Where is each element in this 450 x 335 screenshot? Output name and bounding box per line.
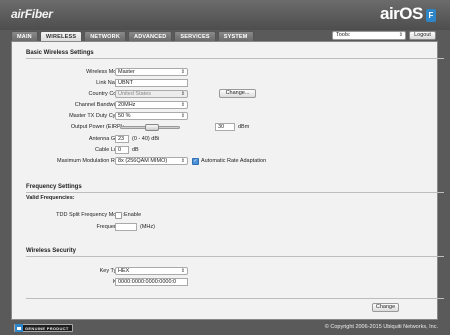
section-divider <box>26 256 444 257</box>
change-button[interactable]: Change <box>372 303 399 312</box>
wireless-mode-value: Master <box>118 69 135 75</box>
auto-rate-checkbox[interactable]: ✓ <box>192 158 199 165</box>
key-type-value: HEX <box>118 268 130 274</box>
output-power-slider-thumb[interactable] <box>145 124 159 131</box>
tools-dropdown[interactable]: Tools: ⇕ <box>332 31 406 40</box>
tdd-enable-checkbox[interactable] <box>115 212 122 219</box>
link-name-label: Link Name: <box>96 80 124 86</box>
wireless-security-title: Wireless Security <box>26 248 76 254</box>
tab-bar: MAIN WIRELESS NETWORK ADVANCED SERVICES … <box>11 31 254 41</box>
max-modulation-label: Maximum Modulation Rate: <box>57 158 124 164</box>
updown-arrows-icon: ⇕ <box>180 158 185 164</box>
tdd-enable-label: Enable <box>124 212 142 218</box>
channel-bandwidth-select[interactable]: 20MHz ⇕ <box>115 101 188 109</box>
frequency-unit: (MHz) <box>140 224 155 230</box>
updown-arrows-icon: ⇕ <box>398 32 403 38</box>
tab-system[interactable]: SYSTEM <box>217 31 254 41</box>
logout-button[interactable]: Logout <box>409 31 436 40</box>
tools-dropdown-value: Tools: <box>336 32 351 38</box>
airfiber-logo: airFiber <box>11 7 53 21</box>
country-code-value: United States <box>118 91 152 97</box>
tab-advanced[interactable]: ADVANCED <box>128 31 173 41</box>
airos-logo: airOS <box>380 4 423 23</box>
settings-panel: Basic Wireless Settings Wireless Mode: M… <box>11 41 444 320</box>
max-modulation-select[interactable]: 8x (256QAM MIMO) ⇕ <box>115 157 188 165</box>
antenna-gain-range: (0 - 40) dBi <box>132 136 160 142</box>
section-divider <box>26 58 444 59</box>
output-power-label: Output Power (EIRP): <box>70 124 124 130</box>
wireless-mode-label: Wireless Mode: <box>86 69 124 75</box>
output-power-slider[interactable] <box>120 124 180 131</box>
genuine-product-text: GENUINE PRODUCT <box>25 325 69 331</box>
airos-f-badge: F <box>426 9 436 22</box>
frequency-settings-title: Frequency Settings <box>26 184 82 190</box>
updown-arrows-icon: ⇕ <box>180 113 185 119</box>
link-name-input[interactable]: UBNT <box>115 79 188 87</box>
master-tx-select[interactable]: 50 % ⇕ <box>115 112 188 120</box>
cable-loss-input[interactable]: 0 <box>115 146 129 154</box>
channel-bandwidth-label: Channel Bandwidth: <box>74 102 124 108</box>
change-country-button[interactable]: Change... <box>219 89 256 98</box>
section-divider <box>26 298 444 299</box>
genuine-product-badge: GENUINE PRODUCT <box>14 324 73 332</box>
tab-network[interactable]: NETWORK <box>84 31 127 41</box>
tdd-split-label: TDD Split Frequency Mode: <box>56 212 124 218</box>
auto-rate-label: Automatic Rate Adaptation <box>201 158 267 164</box>
valid-frequencies-label: Valid Frequencies: <box>26 195 75 201</box>
updown-arrows-icon: ⇕ <box>180 91 185 97</box>
frequency-label: Frequency: <box>96 224 124 230</box>
lock-icon <box>15 324 23 332</box>
cable-loss-label: Cable Loss: <box>94 147 124 153</box>
updown-arrows-icon: ⇕ <box>180 69 185 75</box>
master-tx-value: 50 % <box>118 113 131 119</box>
master-tx-label: Master TX Duty Cycle: <box>69 113 124 119</box>
basic-wireless-settings-title: Basic Wireless Settings <box>26 50 94 56</box>
country-code-label: Country Code: <box>88 91 124 97</box>
channel-bandwidth-value: 20MHz <box>118 102 136 108</box>
antenna-gain-label: Antenna Gain: <box>88 136 124 142</box>
frequency-input[interactable] <box>115 223 137 231</box>
max-modulation-value: 8x (256QAM MIMO) <box>118 158 168 164</box>
output-power-input[interactable]: 30 <box>215 123 235 131</box>
copyright-text: © Copyright 2006-2015 Ubiquiti Networks,… <box>324 324 438 330</box>
key-input[interactable]: 0000:0000:0000:0000:0 <box>115 278 188 286</box>
output-power-unit: dBm <box>238 124 250 130</box>
tab-wireless[interactable]: WIRELESS <box>39 31 83 41</box>
cable-loss-unit: dB <box>132 147 139 153</box>
wireless-mode-select[interactable]: Master ⇕ <box>115 68 188 76</box>
key-label: Key: <box>12 278 124 286</box>
header-bar: airFiber airOS F <box>0 0 450 30</box>
antenna-gain-input[interactable]: 23 <box>115 135 129 143</box>
updown-arrows-icon: ⇕ <box>180 102 185 108</box>
section-divider <box>26 192 444 193</box>
tab-main[interactable]: MAIN <box>11 31 38 41</box>
country-code-select: United States ⇕ <box>115 90 188 98</box>
footer: GENUINE PRODUCT © Copyright 2006-2015 Ub… <box>0 320 450 335</box>
key-type-select[interactable]: HEX ⇕ <box>115 267 188 275</box>
key-type-label: Key Type: <box>99 268 124 274</box>
tab-services[interactable]: SERVICES <box>174 31 216 41</box>
updown-arrows-icon: ⇕ <box>180 268 185 274</box>
